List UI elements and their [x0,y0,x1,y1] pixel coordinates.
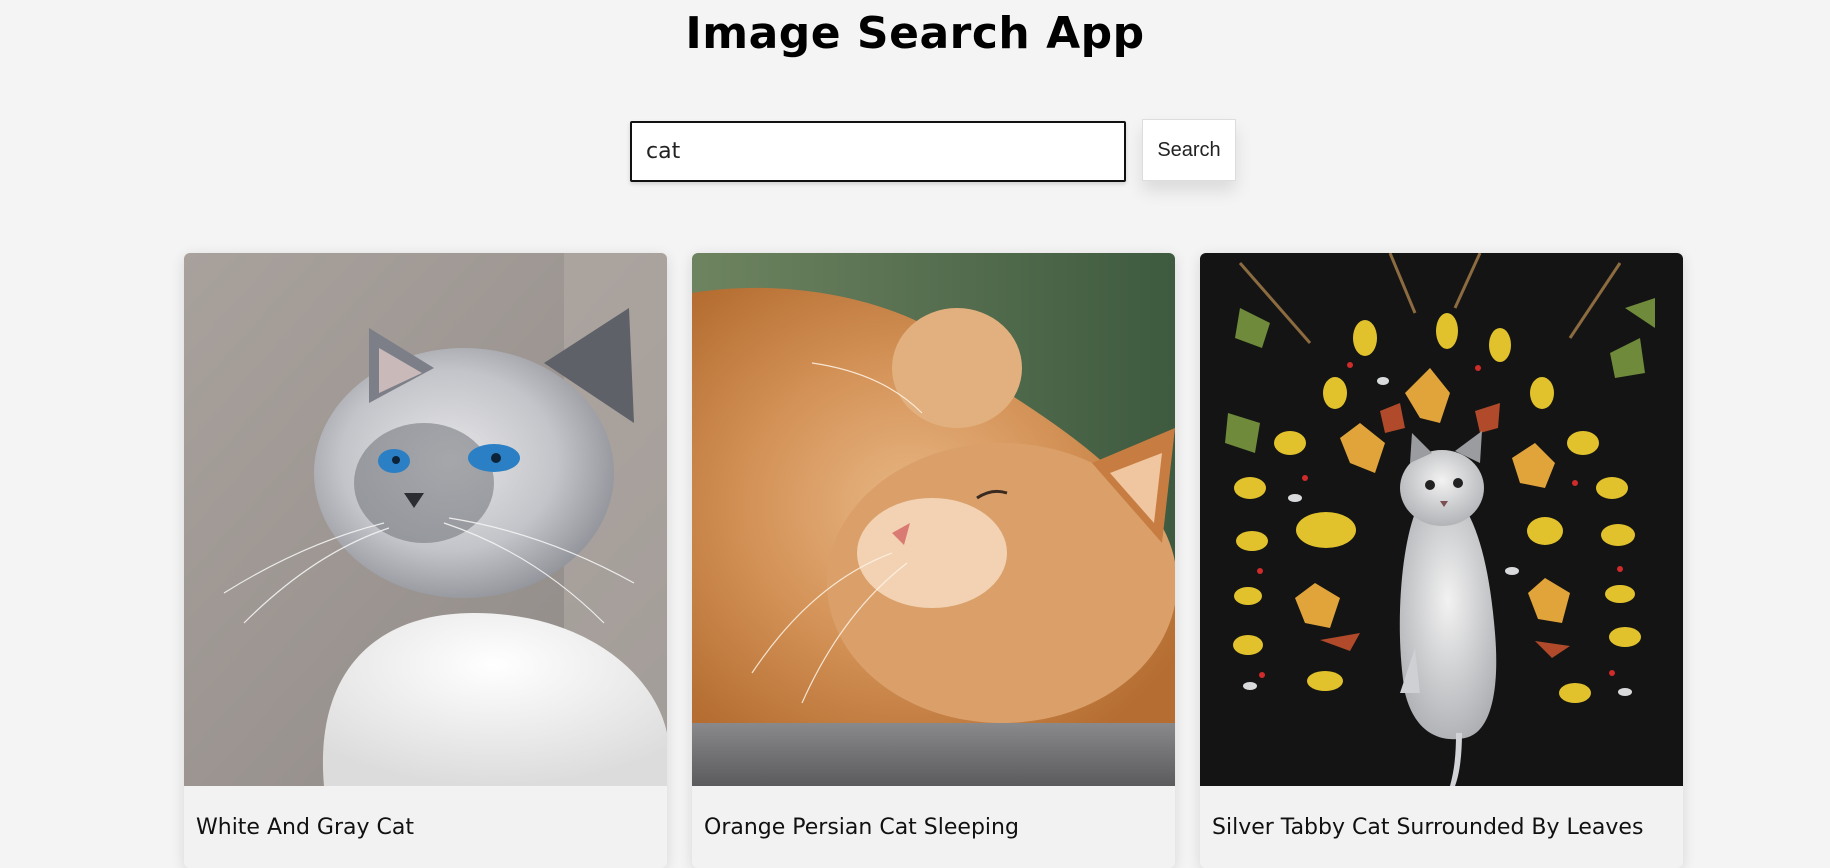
search-button[interactable]: Search [1142,119,1236,181]
white-gray-cat-image[interactable] [184,253,667,786]
result-title: Silver Tabby Cat Surrounded By Leaves [1212,815,1644,840]
result-card[interactable]: Orange Persian Cat Sleeping [692,253,1175,868]
result-card[interactable]: White And Gray Cat [184,253,667,868]
page-title: Image Search App [685,8,1145,59]
silver-tabby-cat-leaves-image[interactable] [1200,253,1683,786]
orange-persian-cat-image[interactable] [692,253,1175,786]
result-card[interactable]: Silver Tabby Cat Surrounded By Leaves [1200,253,1683,868]
result-title: Orange Persian Cat Sleeping [704,815,1019,840]
search-input[interactable] [630,121,1126,182]
result-title: White And Gray Cat [196,815,414,840]
